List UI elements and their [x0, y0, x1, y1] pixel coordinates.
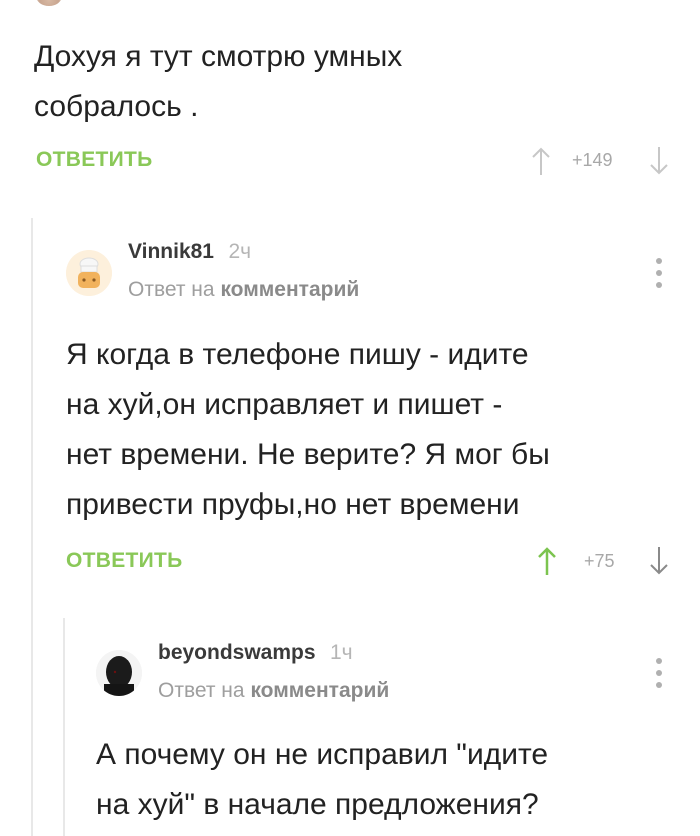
comment-2: Я когда в телефоне пишу - идите на хуй,о…	[66, 330, 686, 530]
comment-3-header: beyondswamps 1ч	[158, 641, 353, 665]
reply-to-prefix: Ответ на	[128, 278, 215, 301]
more-options-icon[interactable]	[652, 258, 666, 292]
reply-to-link[interactable]: комментарий	[220, 278, 359, 301]
reply-to-link[interactable]: комментарий	[250, 679, 389, 702]
comment-3-text-line-1: А почему он не исправил "идите	[96, 738, 549, 771]
avatar[interactable]	[66, 250, 112, 296]
comment-time: 2ч	[228, 240, 252, 263]
vote-count: +149	[572, 150, 613, 170]
username[interactable]: Vinnik81	[128, 240, 214, 263]
comment-2-header: Vinnik81 2ч	[128, 240, 251, 264]
downvote-arrow-icon[interactable]	[648, 146, 670, 176]
comment-3: А почему он не исправил "идите на хуй" в…	[96, 730, 696, 830]
reply-to-line: Ответ на комментарий	[158, 679, 389, 703]
user-avatar[interactable]	[36, 0, 62, 6]
comment-time: 1ч	[330, 641, 353, 664]
avatar-photo-icon	[96, 650, 142, 696]
avatar-chef-icon	[66, 250, 112, 296]
more-options-icon[interactable]	[652, 658, 666, 692]
thread-line	[63, 618, 65, 836]
comment-1-text-line-1: Дохуя я тут смотрю умных	[34, 40, 403, 73]
avatar[interactable]	[96, 650, 142, 696]
comment-2-text-line-3: нет времени. Не верите? Я мог бы	[66, 438, 550, 471]
thread-line	[31, 218, 33, 836]
upvote-arrow-icon[interactable]	[530, 146, 552, 176]
comment-2-text-line-4: привести пруфы,но нет времени	[66, 488, 520, 521]
comment-1: Дохуя я тут смотрю умных собралось .	[34, 32, 674, 132]
vote-count: +75	[584, 551, 615, 571]
comment-2-text-line-2: на хуй,он исправляет и пишет -	[66, 388, 503, 421]
comment-1-text-line-2: собралось .	[34, 90, 199, 123]
reply-button[interactable]: ОТВЕТИТЬ	[66, 549, 183, 573]
reply-to-prefix: Ответ на	[158, 679, 245, 702]
comment-3-text-line-2: на хуй" в начале предложения?	[96, 788, 539, 821]
upvote-arrow-icon[interactable]	[536, 546, 558, 576]
reply-button[interactable]: ОТВЕТИТЬ	[36, 148, 153, 172]
downvote-arrow-icon[interactable]	[648, 546, 670, 576]
username[interactable]: beyondswamps	[158, 641, 316, 664]
comment-2-text-line-1: Я когда в телефоне пишу - идите	[66, 338, 529, 371]
reply-to-line: Ответ на комментарий	[128, 278, 359, 302]
